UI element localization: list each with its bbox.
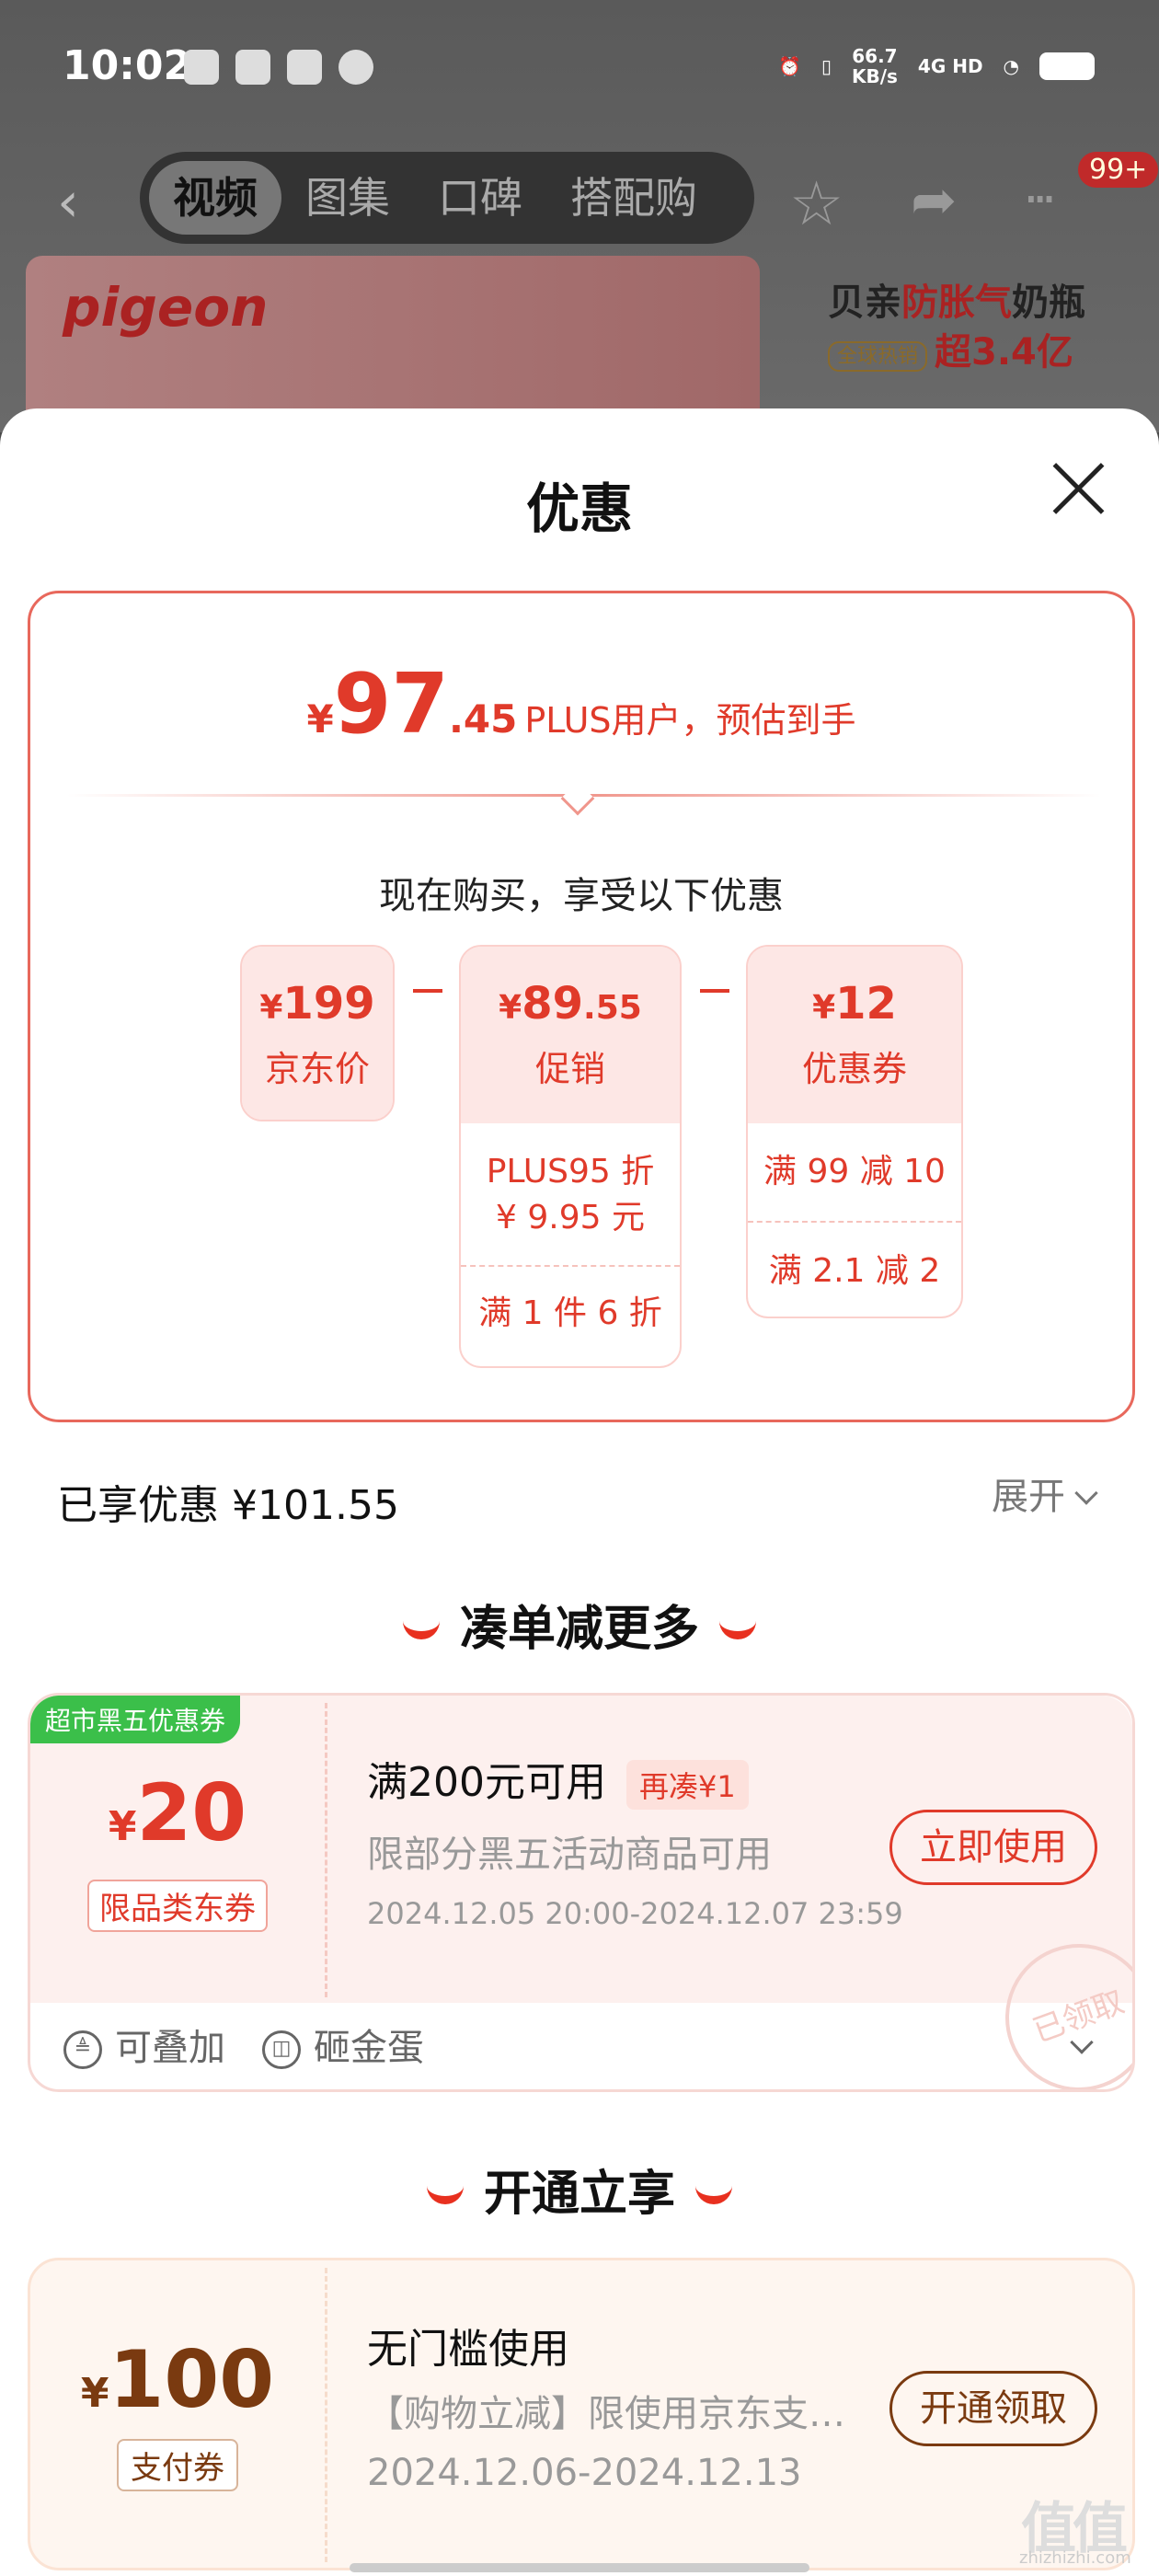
price-card-jd: ¥199 京东价 bbox=[240, 945, 395, 1121]
golden-egg-feature: ◫ 砸金蛋 bbox=[262, 2018, 424, 2071]
wifi-icon: ◔ bbox=[1003, 55, 1019, 77]
add-more-tag: 再凑¥1 bbox=[625, 1760, 749, 1810]
buy-note: 现在购买，享受以下优惠 bbox=[379, 875, 784, 917]
smile-decoration-icon bbox=[719, 1621, 756, 1639]
more-icon[interactable]: ··· bbox=[1023, 170, 1058, 230]
back-arrow-icon[interactable]: ‹ bbox=[57, 170, 79, 235]
estimated-price: ¥97.45 PLUS用户，预估到手 bbox=[306, 656, 856, 753]
tab-reviews[interactable]: 口碑 bbox=[414, 161, 546, 235]
weibo-app-icon bbox=[287, 50, 322, 85]
promo-headline: 贝亲防胀气奶瓶 bbox=[828, 282, 1085, 324]
tab-gallery[interactable]: 图集 bbox=[281, 161, 414, 235]
product-nav: ‹ 视频 图集 口碑 搭配购 ☆ ➦ ··· 99+ bbox=[0, 152, 1159, 244]
coupon-desc: 限部分黑五活动商品可用 bbox=[367, 1834, 772, 1876]
message-badge: 99+ bbox=[1078, 152, 1159, 188]
egg-icon: ◫ bbox=[262, 2030, 301, 2069]
minus-sign bbox=[413, 989, 442, 993]
smile-decoration-icon bbox=[402, 1621, 440, 1639]
coupon-type: 支付券 bbox=[117, 2439, 238, 2491]
mail-app-icon bbox=[235, 50, 270, 85]
smile-decoration-icon bbox=[695, 2186, 732, 2204]
vibrate-icon: ▯ bbox=[820, 55, 832, 77]
coupon-card-black-friday: 超市黑五优惠券 ¥20 限品类东券 满200元可用 再凑¥1 限部分黑五活动商品可… bbox=[28, 1693, 1135, 2092]
expand-toggle[interactable]: 展开 bbox=[992, 1466, 1098, 1520]
stackable-feature: ≜ 可叠加 bbox=[63, 2018, 225, 2071]
status-bar: 10:02 ⏰ ▯ 66.7 KB/s 4G HD ◔ bbox=[0, 0, 1159, 138]
network-speed: 66.7 KB/s bbox=[851, 45, 898, 87]
close-icon[interactable] bbox=[1050, 460, 1107, 517]
coupon-card-payment: ¥100 支付券 无门槛使用 【购物立减】限使用京东支… 2024.12.06-… bbox=[28, 2258, 1135, 2570]
chat-bubble-icon bbox=[339, 50, 373, 85]
alarm-icon: ⏰ bbox=[778, 55, 801, 77]
coupon-type: 限品类东券 bbox=[87, 1880, 268, 1932]
saved-amount: 已享优惠 ¥101.55 bbox=[57, 1482, 399, 1529]
price-summary-box: ¥97.45 PLUS用户，预估到手 现在购买，享受以下优惠 ¥199 京东价 ¥… bbox=[28, 591, 1135, 1422]
coupon-title: 满200元可用 再凑¥1 bbox=[367, 1749, 749, 1810]
stack-icon: ≜ bbox=[63, 2030, 102, 2069]
sheet-title: 优惠 bbox=[525, 477, 633, 540]
price-card-promo: ¥89.55 促销 PLUS95 折 ¥ 9.95 元 满 1 件 6 折 bbox=[459, 945, 682, 1368]
promo-subline: 全球热销 超3.4亿 bbox=[828, 322, 1073, 375]
coupon-title: 无门槛使用 bbox=[367, 2326, 569, 2373]
notification-icons bbox=[184, 50, 373, 85]
promo-tag: 全球热销 bbox=[828, 341, 928, 372]
section-title-bundle: 凑单减更多 bbox=[0, 1590, 1159, 1659]
use-now-button[interactable]: 立即使用 bbox=[889, 1810, 1097, 1885]
coupon-value: ¥100 bbox=[80, 2334, 275, 2426]
star-icon[interactable]: ☆ bbox=[789, 168, 843, 239]
coupon-date: 2024.12.06-2024.12.13 bbox=[367, 2452, 802, 2494]
price-card-coupon: ¥12 优惠券 满 99 减 10 满 2.1 减 2 bbox=[746, 945, 963, 1318]
smile-decoration-icon bbox=[426, 2186, 464, 2204]
battery-icon bbox=[1039, 52, 1095, 80]
tab-bundle[interactable]: 搭配购 bbox=[546, 161, 721, 235]
divider-notch bbox=[560, 781, 595, 816]
coupon-features: ≜ 可叠加 ◫ 砸金蛋 bbox=[63, 1999, 1132, 2089]
media-tabs: 视频 图集 口碑 搭配购 bbox=[140, 152, 754, 244]
coupon-tag: 超市黑五优惠券 bbox=[30, 1696, 241, 1743]
home-indicator[interactable] bbox=[350, 2563, 809, 2572]
coupon-date: 2024.12.05 20:00-2024.12.07 23:59 bbox=[367, 1896, 903, 1931]
share-icon[interactable]: ➦ bbox=[911, 168, 957, 233]
network-type: 4G HD bbox=[917, 55, 983, 77]
status-indicators: ⏰ ▯ 66.7 KB/s 4G HD ◔ bbox=[778, 46, 1095, 86]
brand-logo: pigeon bbox=[63, 276, 269, 339]
minus-sign bbox=[700, 989, 729, 993]
section-title-open: 开通立享 bbox=[0, 2155, 1159, 2224]
coupon-value: ¥20 bbox=[108, 1767, 247, 1859]
baidu-app-icon bbox=[184, 50, 219, 85]
tab-video[interactable]: 视频 bbox=[149, 161, 281, 235]
chevron-down-icon bbox=[1074, 1481, 1098, 1505]
status-time: 10:02 bbox=[63, 42, 192, 89]
watermark-url: zhizhizhi.com bbox=[1019, 2548, 1131, 2568]
coupon-desc: 【购物立减】限使用京东支… bbox=[367, 2393, 845, 2435]
discount-sheet: 优惠 ¥97.45 PLUS用户，预估到手 现在购买，享受以下优惠 ¥199 京东… bbox=[0, 408, 1159, 2576]
open-and-claim-button[interactable]: 开通领取 bbox=[889, 2371, 1097, 2446]
